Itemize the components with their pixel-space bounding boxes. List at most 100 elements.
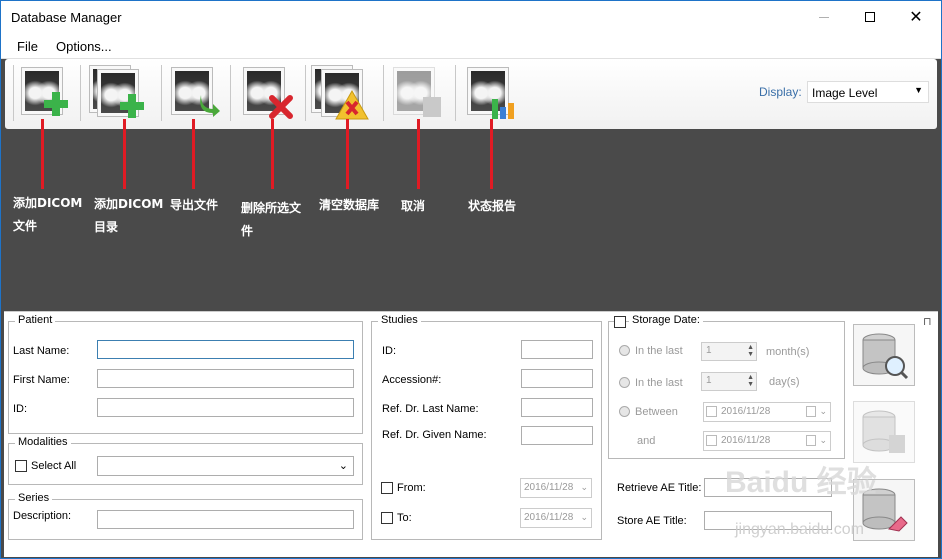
in-the-last-months-label: In the last [635, 345, 683, 357]
annotation-pointer [417, 119, 420, 189]
toolbar: Display: Image Level ▼ [5, 59, 937, 129]
in-the-last-months-radio[interactable] [619, 345, 630, 356]
add-dicom-file-button[interactable] [17, 65, 71, 123]
in-the-last-days-label: In the last [635, 377, 683, 389]
description-input[interactable] [97, 510, 354, 529]
study-id-label: ID: [382, 345, 397, 357]
menu-options[interactable]: Options... [56, 39, 112, 54]
display-level-select[interactable]: Image Level ▼ [807, 81, 929, 103]
close-button[interactable]: ✕ [893, 1, 939, 33]
to-date-picker[interactable]: 2016/11/28 ⌄ [520, 508, 592, 528]
annotation-export-file: 导出文件 [170, 198, 219, 212]
modalities-group: Modalities Select All ⌄ [8, 436, 363, 485]
database-search-icon [862, 333, 909, 380]
ref-given-name-input[interactable] [521, 426, 593, 445]
annotation-pointer [271, 119, 274, 189]
date-enable-checkbox[interactable] [706, 435, 717, 446]
spinner-arrows-icon: ▲ ▼ [747, 344, 754, 358]
annotation-delete-selected: 删除所选文件 [241, 201, 302, 238]
toolbar-separator [80, 65, 81, 121]
from-date-checkbox[interactable] [381, 482, 393, 494]
last-name-input[interactable] [97, 340, 354, 359]
clear-database-button[interactable] [311, 65, 369, 123]
warning-icon [335, 89, 369, 120]
chevron-down-icon: ⌄ [580, 482, 588, 492]
in-the-last-days-radio[interactable] [619, 377, 630, 388]
ref-last-name-label: Ref. Dr. Last Name: [382, 403, 479, 415]
minimize-button[interactable] [801, 1, 847, 33]
window-title: Database Manager [11, 10, 122, 25]
toolbar-separator [13, 65, 14, 121]
first-name-input[interactable] [97, 369, 354, 388]
search-database-button[interactable] [853, 324, 915, 386]
delete-x-icon [269, 95, 293, 119]
export-arrow-icon [200, 95, 220, 117]
database-manager-window: Database Manager ✕ File Options... Displ… [0, 0, 942, 559]
modalities-dropdown[interactable]: ⌄ [97, 456, 354, 476]
annotation-add-dicom-dir: 添加DICOM 目录 [94, 197, 164, 234]
store-ae-title-label: Store AE Title: [617, 515, 687, 527]
bar-chart-icon [492, 99, 514, 119]
studies-group: Studies ID: Accession#: Ref. Dr. Last Na… [371, 314, 602, 540]
patient-legend: Patient [15, 314, 56, 326]
storage-date-group: Storage Date: In the last 1 ▲ ▼ month(s) … [608, 314, 845, 459]
menu-bar: File Options... [1, 33, 941, 59]
toolbar-separator [305, 65, 306, 121]
title-bar: Database Manager ✕ [1, 1, 941, 33]
patient-id-label: ID: [13, 403, 28, 415]
toolbar-separator [383, 65, 384, 121]
from-date-value: 2016/11/28 [524, 482, 574, 493]
between-date-picker[interactable]: 2016/11/28 ⌄ [703, 402, 831, 422]
description-label: Description: [13, 510, 72, 522]
storage-date-legend: Storage Date: [629, 314, 703, 326]
toolbar-separator [455, 65, 456, 121]
annotation-clear-database: 清空数据库 [319, 198, 380, 212]
cancel-button[interactable] [389, 65, 443, 123]
months-spinner[interactable]: 1 ▲ ▼ [701, 342, 757, 361]
to-date-checkbox[interactable] [381, 512, 393, 524]
annotation-add-dicom-file: 添加DICOM 文件 [13, 196, 83, 233]
months-unit-label: month(s) [766, 346, 810, 358]
date-enable-checkbox[interactable] [706, 406, 717, 417]
to-date-value: 2016/11/28 [524, 512, 574, 523]
ref-given-name-label: Ref. Dr. Given Name: [382, 429, 487, 441]
study-id-input[interactable] [521, 340, 593, 359]
add-dicom-directory-button[interactable] [89, 65, 144, 123]
storage-date-checkbox[interactable] [614, 316, 626, 328]
calendar-icon [806, 435, 816, 446]
menu-file[interactable]: File [17, 39, 38, 54]
ref-last-name-input[interactable] [521, 398, 593, 417]
from-label: From: [397, 482, 426, 494]
retrieve-ae-title-label: Retrieve AE Title: [617, 482, 702, 494]
series-legend: Series [15, 492, 53, 504]
status-report-button[interactable] [463, 65, 517, 123]
maximize-icon [865, 12, 875, 22]
pin-icon[interactable]: ⊓ [923, 315, 932, 328]
chevron-down-icon: ⌄ [819, 435, 827, 445]
delete-selected-button[interactable] [239, 65, 293, 123]
export-file-button[interactable] [167, 65, 221, 123]
annotation-pointer [123, 119, 126, 189]
patient-id-input[interactable] [97, 398, 354, 417]
modalities-legend: Modalities [15, 436, 71, 448]
select-all-checkbox[interactable] [15, 460, 27, 472]
and-date-picker[interactable]: 2016/11/28 ⌄ [703, 431, 831, 451]
annotation-pointer [192, 119, 195, 189]
minimize-icon [819, 16, 829, 18]
watermark-url: jingyan.baidu.com [735, 521, 864, 538]
annotation-pointer [490, 119, 493, 189]
from-date-picker[interactable]: 2016/11/28 ⌄ [520, 478, 592, 498]
between-radio[interactable] [619, 406, 630, 417]
between-label: Between [635, 406, 678, 418]
to-label: To: [397, 512, 412, 524]
retrieve-database-button[interactable] [853, 401, 915, 463]
last-name-label: Last Name: [13, 345, 70, 357]
toolbar-separator [230, 65, 231, 121]
database-retrieve-icon [862, 410, 905, 453]
days-spinner[interactable]: 1 ▲ ▼ [701, 372, 757, 391]
maximize-button[interactable] [847, 1, 893, 33]
plus-icon [44, 92, 68, 116]
annotation-status-report: 状态报告 [468, 199, 517, 213]
accession-input[interactable] [521, 369, 593, 388]
spinner-arrows-icon: ▲ ▼ [747, 374, 754, 388]
